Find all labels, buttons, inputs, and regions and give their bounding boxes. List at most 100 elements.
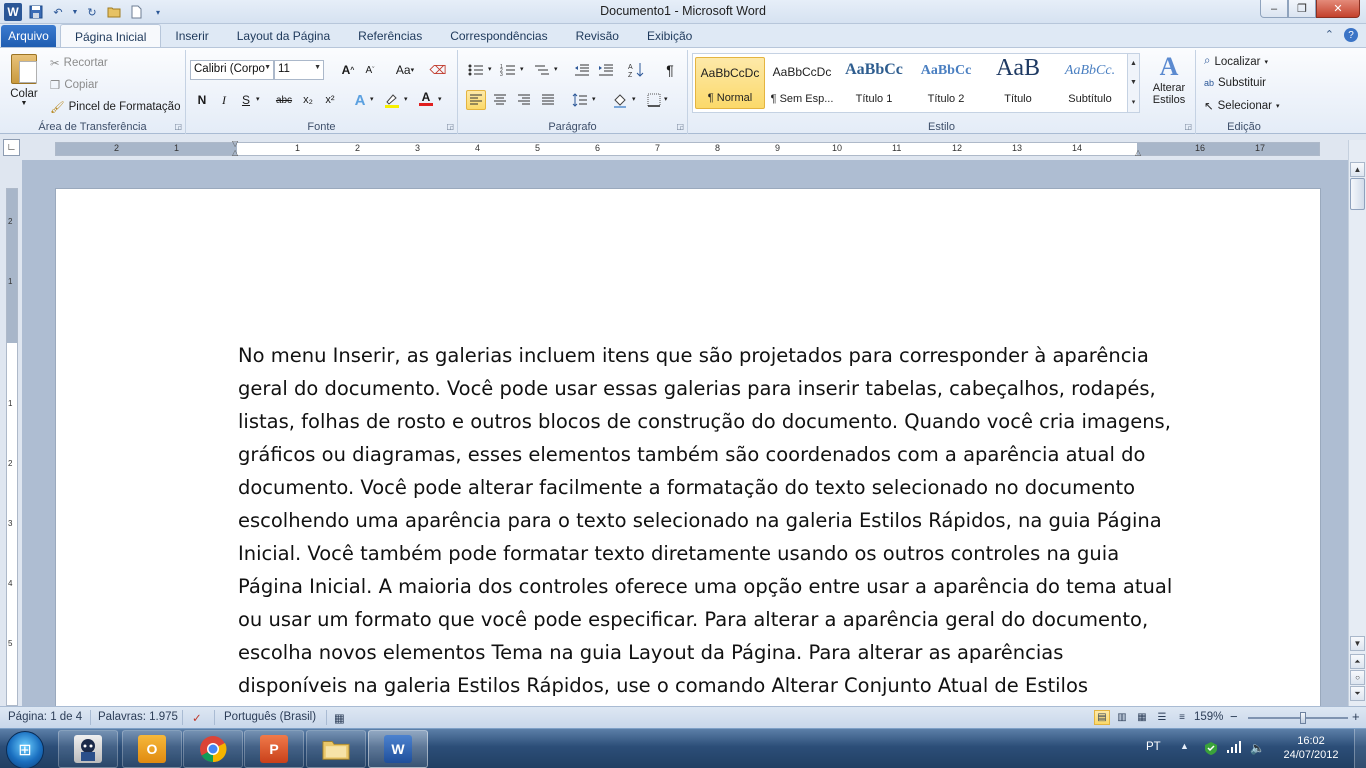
paste-dropdown-icon[interactable]: ▼ [21, 100, 28, 107]
minimize-ribbon-icon[interactable]: ⌃ [1325, 28, 1334, 42]
decrease-indent-icon[interactable] [572, 60, 592, 80]
select-button[interactable]: ↖ Selecionar ▾ [1204, 99, 1280, 113]
macro-recording-icon[interactable]: ▦ [334, 711, 345, 725]
show-hidden-icons-icon[interactable]: ▲ [1180, 741, 1189, 751]
superscript-button[interactable]: x² [320, 90, 340, 110]
highlight-dropdown-icon[interactable]: ▾ [404, 95, 408, 103]
clear-formatting-icon[interactable]: ⌫ [428, 60, 448, 80]
paste-button[interactable]: Colar ▼ [6, 54, 42, 112]
taskbar-app-explorer[interactable] [306, 730, 366, 768]
paragraph-launcher-icon[interactable]: ◲ [676, 122, 684, 131]
bullets-dropdown-icon[interactable]: ▾ [488, 65, 492, 73]
style-subtitle[interactable]: AaBbCc. Subtítulo [1055, 57, 1125, 109]
chevron-up-icon[interactable]: ▲ [1130, 60, 1137, 67]
maximize-button[interactable]: ❐ [1288, 0, 1316, 18]
scroll-up-icon[interactable]: ▲ [1350, 162, 1365, 177]
draft-view-icon[interactable]: ≡ [1174, 710, 1190, 725]
tab-references[interactable]: Referências [344, 24, 436, 48]
align-right-icon[interactable] [514, 90, 534, 110]
tab-file[interactable]: Arquivo [1, 25, 56, 47]
hanging-indent-marker[interactable]: △ [232, 148, 238, 157]
font-color-button[interactable]: A [416, 88, 436, 108]
underline-dropdown-icon[interactable]: ▾ [256, 95, 260, 103]
more-styles-icon[interactable]: ▾ [1132, 98, 1136, 106]
taskbar-app-powerpoint[interactable]: P [244, 730, 304, 768]
web-layout-icon[interactable]: ▦ [1134, 710, 1150, 725]
change-styles-button[interactable]: A Alterar Estilos [1144, 52, 1194, 116]
font-size-select[interactable]: 11 ▼ [274, 60, 324, 80]
page-count[interactable]: Página: 1 de 4 [8, 711, 82, 723]
copy-button[interactable]: ❐ Copiar [50, 78, 98, 92]
font-color-dropdown-icon[interactable]: ▾ [438, 95, 442, 103]
styles-gallery-scroll[interactable]: ▲ ▼ ▾ [1127, 54, 1139, 112]
vertical-ruler[interactable]: 2 1 1 2 3 4 5 [6, 188, 18, 706]
outline-view-icon[interactable]: ☰ [1154, 710, 1170, 725]
print-layout-view-icon[interactable]: ▤ [1094, 710, 1110, 725]
browse-object-icon[interactable]: ○ [1350, 670, 1365, 685]
font-launcher-icon[interactable]: ◲ [446, 122, 454, 131]
close-button[interactable]: ✕ [1316, 0, 1360, 18]
tab-insert[interactable]: Inserir [161, 24, 222, 48]
previous-page-icon[interactable]: ⏶ [1350, 654, 1365, 669]
tab-home[interactable]: Página Inicial [60, 24, 162, 48]
document-page[interactable]: No menu Inserir, as galerias incluem ite… [55, 188, 1321, 706]
volume-icon[interactable]: 🔈 [1250, 741, 1265, 755]
network-signal-icon[interactable] [1226, 741, 1242, 756]
taskbar-app-character[interactable] [58, 730, 118, 768]
cut-button[interactable]: ✂ Recortar [50, 56, 108, 70]
borders-icon[interactable] [644, 90, 664, 110]
tab-mailings[interactable]: Correspondências [436, 24, 561, 48]
align-center-icon[interactable] [490, 90, 510, 110]
show-formatting-icon[interactable]: ¶ [660, 60, 680, 80]
text-effects-button[interactable]: A [350, 90, 370, 110]
shading-icon[interactable] [610, 90, 630, 110]
tab-page-layout[interactable]: Layout da Página [223, 24, 344, 48]
justify-icon[interactable] [538, 90, 558, 110]
strikethrough-button[interactable]: abc [272, 90, 296, 110]
zoom-slider-thumb[interactable] [1300, 712, 1306, 724]
input-language[interactable]: PT [1146, 741, 1161, 753]
bold-button[interactable]: N [192, 90, 212, 110]
next-page-icon[interactable]: ⏷ [1350, 686, 1365, 701]
numbering-icon[interactable]: 123 [498, 60, 518, 80]
line-spacing-icon[interactable] [570, 90, 590, 110]
full-screen-reading-icon[interactable]: ▥ [1114, 710, 1130, 725]
right-indent-marker[interactable]: △ [1135, 148, 1141, 157]
font-family-select[interactable]: Calibri (Corpo ▼ [190, 60, 274, 80]
multilevel-dropdown-icon[interactable]: ▾ [554, 65, 558, 73]
vertical-scrollbar[interactable]: ▲ ▼ ⏶ ○ ⏷ [1348, 140, 1366, 706]
style-heading-2[interactable]: AaBbCc Título 2 [911, 57, 981, 109]
zoom-level[interactable]: 159% [1194, 711, 1223, 723]
shading-dropdown-icon[interactable]: ▾ [632, 95, 636, 103]
numbering-dropdown-icon[interactable]: ▾ [520, 65, 524, 73]
style-title[interactable]: AaB Título [983, 55, 1053, 109]
find-button[interactable]: ⌕ Localizar ▾ [1204, 55, 1268, 68]
zoom-out-button[interactable]: − [1230, 709, 1238, 724]
change-case-button[interactable]: Aa ▾ [392, 60, 418, 80]
highlight-button[interactable] [382, 90, 402, 110]
action-center-icon[interactable] [1204, 741, 1218, 758]
chevron-down-icon[interactable]: ▼ [1130, 79, 1137, 86]
subscript-button[interactable]: x₂ [298, 90, 318, 110]
scroll-down-icon[interactable]: ▼ [1350, 636, 1365, 651]
shrink-font-button[interactable]: Aˇ [360, 60, 380, 80]
style-normal[interactable]: AaBbCcDc ¶ Normal [695, 57, 765, 109]
start-button[interactable]: ⊞ [6, 731, 44, 768]
first-line-indent-marker[interactable]: ▽ [232, 139, 238, 148]
bullets-icon[interactable] [466, 60, 486, 80]
tab-selector[interactable]: ∟ [3, 139, 20, 156]
format-painter-button[interactable]: 🖌 Pincel de Formatação [50, 100, 180, 114]
zoom-slider-track[interactable] [1248, 717, 1348, 719]
horizontal-ruler[interactable]: 2 1 1 2 3 4 5 6 7 8 9 10 11 12 13 14 16 … [55, 139, 1320, 157]
help-icon[interactable]: ? [1344, 28, 1358, 42]
underline-button[interactable]: S [236, 90, 256, 110]
document-body[interactable]: No menu Inserir, as galerias incluem ite… [238, 339, 1172, 702]
taskbar-app-word[interactable]: W [368, 730, 428, 768]
style-heading-1[interactable]: AaBbCc Título 1 [839, 57, 909, 109]
italic-button[interactable]: I [214, 90, 234, 110]
show-desktop-button[interactable] [1354, 729, 1366, 768]
increase-indent-icon[interactable] [596, 60, 616, 80]
taskbar-app-outlook[interactable]: O [122, 730, 182, 768]
borders-dropdown-icon[interactable]: ▾ [664, 95, 668, 103]
proofing-icon[interactable]: ✓ [192, 711, 202, 725]
